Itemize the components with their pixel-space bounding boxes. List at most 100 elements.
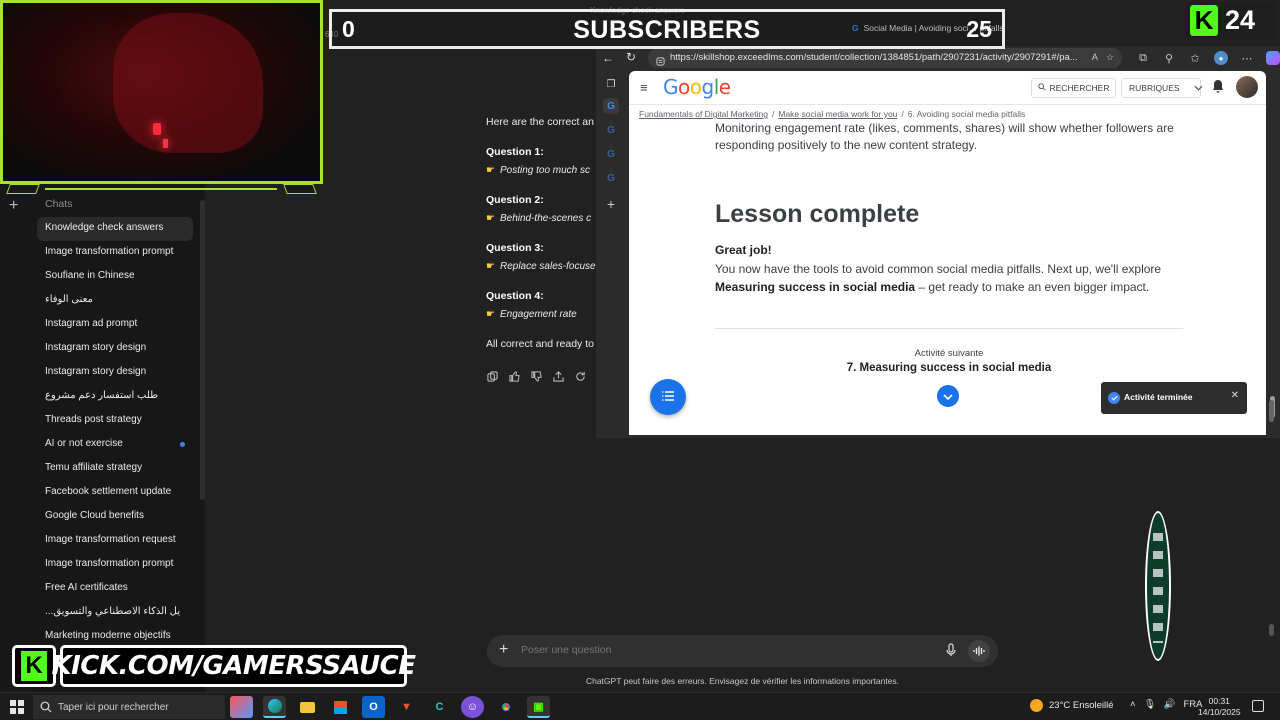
pointing-hand-icon: ☛	[486, 261, 495, 272]
lesson-complete-title: Lesson complete	[715, 200, 920, 228]
thumbs-down-icon[interactable]	[530, 370, 543, 383]
clock-time: 00:31	[1208, 696, 1230, 706]
chat-item-label: Knowledge check answers	[45, 222, 164, 233]
chat-item[interactable]: AI or not exercise	[37, 433, 193, 457]
outlook-app-icon[interactable]: O	[362, 696, 385, 718]
outline-menu-button[interactable]	[650, 379, 686, 415]
next-activity-button[interactable]	[937, 385, 959, 407]
system-tray: ˄ 🎙 🔊 FRA	[1130, 699, 1202, 710]
chrome-app-icon[interactable]	[494, 696, 517, 718]
tab-google-icon[interactable]: G	[603, 98, 619, 114]
chat-item[interactable]: Facebook settlement update	[37, 481, 193, 505]
voice-mode-button[interactable]	[968, 640, 990, 662]
breadcrumb-link[interactable]: Make social media work for you	[778, 109, 897, 119]
notifications-bell-icon[interactable]	[1212, 79, 1224, 98]
chat-item[interactable]: Instagram story design	[37, 337, 193, 361]
tab-google-icon[interactable]: G	[603, 170, 619, 186]
microphone-icon[interactable]: 🎙	[1144, 699, 1156, 710]
chat-item-label: AI or not exercise	[45, 438, 123, 449]
store-app-icon[interactable]	[329, 696, 352, 718]
notifications-icon[interactable]	[1252, 700, 1264, 712]
lesson-content: Monitoring engagement rate (likes, comme…	[715, 120, 1185, 296]
favorites-icon[interactable]: ✩	[1188, 51, 1202, 65]
extensions-icon[interactable]: ⧉	[1136, 51, 1150, 65]
edge-dev-app-icon[interactable]: C	[428, 696, 451, 718]
chat-item[interactable]: Instagram story design	[37, 361, 193, 385]
copy-icon[interactable]	[486, 370, 499, 383]
user-avatar[interactable]	[1236, 76, 1258, 98]
chat-item[interactable]: Image transformation request	[37, 529, 193, 553]
volume-icon[interactable]: 🔊	[1164, 699, 1176, 710]
chat-list: Knowledge check answers Image transforma…	[37, 217, 193, 649]
chat-item[interactable]: ...يل الذكاء الاصطناعي والتسويق	[37, 601, 193, 625]
windows-start-icon[interactable]	[10, 700, 24, 714]
new-chat-icon[interactable]: +	[9, 197, 18, 215]
profile-icon[interactable]: ●	[1214, 51, 1228, 65]
regenerate-icon[interactable]	[574, 370, 587, 383]
read-aloud-icon[interactable]: A	[1092, 52, 1098, 63]
chat-item[interactable]: Free AI certificates	[37, 577, 193, 601]
brave-app-icon[interactable]: ▼	[395, 696, 418, 718]
outer-scrollbar[interactable]	[1269, 624, 1274, 636]
chat-item[interactable]: Threads post strategy	[37, 409, 193, 433]
message-actions	[486, 370, 587, 383]
url-text: https://skillshop.exceedlms.com/student/…	[670, 52, 1078, 63]
close-icon[interactable]: ✕	[1231, 390, 1239, 401]
chat-item[interactable]: طلب استفسار دعم مشروع	[37, 385, 193, 409]
tab-actions-icon[interactable]: ❐	[603, 76, 619, 92]
site-info-icon[interactable]	[656, 53, 665, 71]
microphone-icon[interactable]	[945, 643, 957, 662]
thumbs-up-icon[interactable]	[508, 370, 521, 383]
tab-google-icon[interactable]: G	[603, 122, 619, 138]
breadcrumb-link[interactable]: Fundamentals of Digital Marketing	[639, 109, 768, 119]
chat-item[interactable]: Image transformation prompt	[37, 241, 193, 265]
address-bar[interactable]: https://skillshop.exceedlms.com/student/…	[648, 48, 1122, 68]
chat-item[interactable]: Soufiane in Chinese	[37, 265, 193, 289]
next-activity-title[interactable]: 7. Measuring success in social media	[715, 362, 1183, 374]
chat-item[interactable]: Instagram ad prompt	[37, 313, 193, 337]
favorite-star-icon[interactable]: ☆	[1106, 52, 1114, 63]
sidebar-scrollbar[interactable]	[200, 200, 205, 500]
google-logo[interactable]: Google	[663, 75, 731, 99]
chat-item-label: Temu affiliate strategy	[45, 462, 143, 473]
edge-app-icon[interactable]	[263, 696, 286, 718]
more-options-icon[interactable]: ⋯	[1240, 51, 1254, 65]
check-circle-icon	[1108, 392, 1120, 404]
chat-item[interactable]: معنى الوفاء	[37, 289, 193, 313]
split-screen-icon[interactable]: ⚲	[1162, 51, 1176, 65]
weather-widget[interactable]: 23°C Ensoleillé	[1030, 699, 1114, 712]
chevron-up-icon[interactable]: ˄	[1130, 699, 1136, 710]
chat-item-label: معنى الوفاء	[45, 294, 93, 305]
activity-complete-toast: Activité terminée ✕	[1101, 382, 1247, 414]
copilot-app-icon[interactable]	[230, 696, 253, 718]
reload-icon[interactable]: ↻	[626, 50, 636, 64]
chat-item[interactable]: Knowledge check answers	[37, 217, 193, 241]
topics-dropdown[interactable]: RUBRIQUES	[1121, 78, 1203, 98]
new-tab-plus-icon[interactable]: +	[603, 196, 619, 212]
outer-scrollbar[interactable]	[1269, 400, 1274, 422]
search-button[interactable]: RECHERCHER	[1031, 78, 1116, 98]
search-icon	[1037, 83, 1046, 93]
chat-item-label: Instagram story design	[45, 342, 147, 353]
pointing-hand-icon: ☛	[486, 165, 495, 176]
browser-toolbar: ← ↻ https://skillshop.exceedlms.com/stud…	[596, 46, 1280, 70]
attach-plus-icon[interactable]: +	[499, 641, 508, 659]
message-input[interactable]	[521, 644, 921, 656]
chevron-down-icon	[1194, 83, 1203, 93]
taskbar-search[interactable]: Taper ici pour rechercher	[33, 695, 225, 719]
chat-item[interactable]: Image transformation prompt	[37, 553, 193, 577]
question-answer: ☛ Posting too much sc	[486, 165, 596, 176]
file-explorer-icon[interactable]	[296, 696, 319, 718]
discord-app-icon[interactable]: ☺	[461, 696, 484, 718]
kick-app-icon[interactable]: ▣	[527, 696, 550, 718]
share-icon[interactable]	[552, 370, 565, 383]
chat-item[interactable]: Temu affiliate strategy	[37, 457, 193, 481]
summary-intro: You now have the tools to avoid common s…	[715, 262, 1162, 276]
taskbar-clock[interactable]: 00:31 14/10/2025	[1198, 696, 1241, 718]
browser-window: ← ↻ https://skillshop.exceedlms.com/stud…	[596, 46, 1280, 438]
copilot-icon[interactable]	[1266, 51, 1280, 65]
back-arrow-icon[interactable]: ←	[602, 51, 614, 65]
tab-google-icon[interactable]: G	[603, 146, 619, 162]
menu-hamburger-icon[interactable]: ≡	[640, 80, 648, 95]
chat-item[interactable]: Google Cloud benefits	[37, 505, 193, 529]
